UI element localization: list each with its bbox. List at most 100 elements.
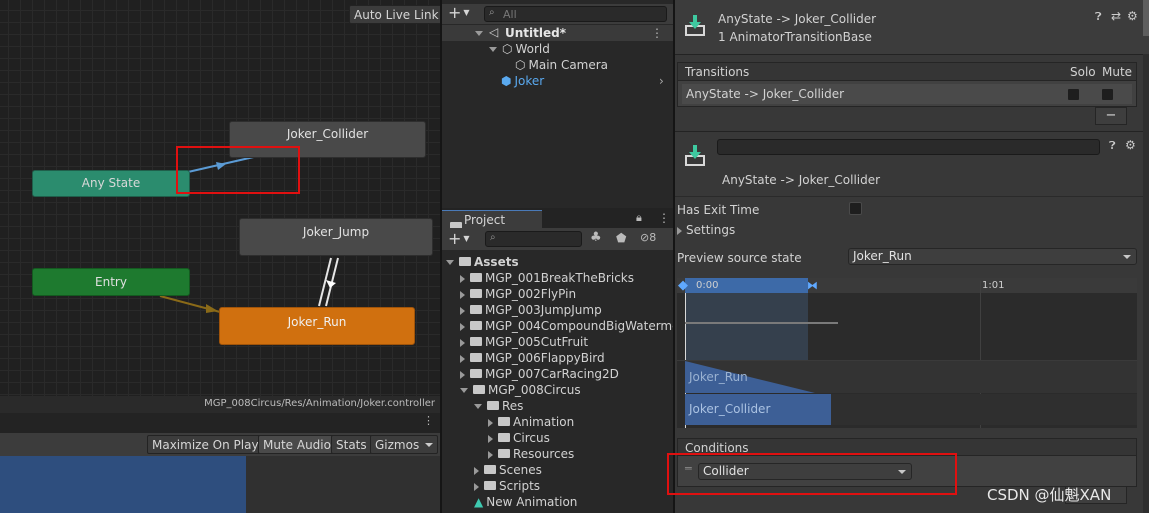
mute-audio-button[interactable]: Mute Audio (258, 435, 336, 454)
track-joker-collider[interactable]: Joker_Collider (685, 394, 831, 425)
hierarchy-item-main-camera[interactable]: ⬡ Main Camera (515, 57, 608, 73)
folder-icon (487, 401, 499, 410)
timeline-start-handle-icon[interactable]: ◆ (678, 278, 688, 293)
help-icon[interactable]: ❓︎ (1095, 10, 1102, 24)
folder-scenes[interactable]: Scenes (474, 462, 542, 478)
more-menu-icon[interactable]: ⋮ (658, 211, 670, 225)
expand-icon (474, 404, 482, 409)
timeline-end-handle-icon[interactable]: ⧓ (807, 278, 818, 293)
folder-item[interactable]: MGP_001BreakTheBricks (460, 270, 634, 286)
folder-icon (484, 481, 496, 490)
game-view[interactable] (0, 456, 440, 513)
item-label: Main Camera (528, 58, 609, 72)
gizmos-label: Gizmos (375, 438, 420, 452)
project-search-input[interactable]: ⌕ (485, 231, 582, 247)
tab-project[interactable]: Project (442, 210, 542, 231)
folder-label: Resources (513, 447, 575, 461)
folder-icon (459, 257, 471, 266)
transition-icon (685, 144, 705, 166)
gizmos-dropdown[interactable]: Gizmos (370, 435, 439, 454)
expand-icon (460, 274, 465, 283)
folder-label: Scripts (499, 479, 541, 493)
transition-timeline[interactable]: ◆ 0:00 ⧓ 1:01 Joker_Run Joker_Collider (677, 278, 1137, 428)
gear-icon[interactable]: ⚙ (1125, 138, 1136, 152)
expand-icon (460, 322, 465, 331)
folder-assets[interactable]: Assets (446, 254, 519, 270)
folder-icon (470, 369, 482, 378)
folder-item[interactable]: MGP_002FlyPin (460, 286, 576, 302)
more-menu-icon[interactable]: ⋮ (651, 25, 663, 41)
add-button[interactable]: + ▼ (448, 229, 470, 248)
hierarchy-item-joker[interactable]: ⬢ Joker (501, 73, 544, 89)
folder-item[interactable]: MGP_003JumpJump (460, 302, 602, 318)
mute-checkbox[interactable] (1101, 88, 1114, 101)
settings-foldout[interactable]: Settings (677, 223, 735, 237)
preview-source-value: Joker_Run (853, 249, 912, 263)
label-tag-icon[interactable]: ⬟ (616, 231, 626, 245)
scrollbar[interactable] (1143, 0, 1149, 36)
expand-icon (446, 260, 454, 265)
preset-icon[interactable]: ⇄ (1111, 9, 1121, 23)
header-title: AnyState -> Joker_Collider (718, 12, 877, 26)
transition-name-input[interactable] (717, 139, 1100, 155)
folder-label: Res (502, 399, 524, 413)
expand-icon (677, 226, 682, 235)
folder-label: MGP_004CompoundBigWaterme (485, 319, 673, 333)
hierarchy-item-world[interactable]: ⬡ World (489, 41, 550, 57)
expand-icon (474, 482, 479, 491)
chevron-down-icon (1123, 255, 1131, 259)
hierarchy-toolbar: + ▼ ⌕ All (442, 3, 673, 24)
folder-res[interactable]: Res (474, 398, 523, 414)
remove-transition-button[interactable]: − (1095, 107, 1127, 125)
maximize-on-play-button[interactable]: Maximize On Play (147, 435, 264, 454)
gear-icon[interactable]: ⚙ (1127, 9, 1138, 23)
stats-button[interactable]: Stats (331, 435, 372, 454)
more-menu-icon[interactable]: ⋮ (423, 415, 434, 426)
folder-label: MGP_008Circus (488, 383, 581, 397)
search-placeholder: All (503, 8, 517, 21)
expand-icon[interactable] (475, 31, 483, 36)
gameobject-icon: ⬡ (502, 42, 513, 56)
highlight-transition-box (176, 146, 300, 194)
folder-item[interactable]: Resources (488, 446, 574, 462)
hidden-packages-icon[interactable]: ⊘8 (640, 231, 656, 244)
folder-item[interactable]: MGP_005CutFruit (460, 334, 588, 350)
folder-scripts[interactable]: Scripts (474, 478, 540, 494)
preview-source-dropdown[interactable]: Joker_Run (848, 248, 1137, 265)
settings-label: Settings (686, 223, 736, 237)
controller-path: MGP_008Circus/Res/Animation/Joker.contro… (204, 398, 435, 409)
folder-item[interactable]: Animation (488, 414, 574, 430)
lock-icon[interactable]: 🔒︎ (636, 211, 642, 225)
search-icon: ⌕ (490, 232, 496, 243)
add-button[interactable]: + ▼ (448, 3, 470, 22)
track-joker-run[interactable]: Joker_Run (685, 361, 1137, 393)
help-icon[interactable]: ❓︎ (1109, 139, 1116, 153)
folder-item[interactable]: Circus (488, 430, 550, 446)
solo-checkbox[interactable] (1067, 88, 1080, 101)
transitions-label: Transitions (685, 65, 750, 79)
folder-item[interactable]: MGP_007CarRacing2D (460, 366, 619, 382)
transition-row[interactable]: AnyState -> Joker_Collider (682, 84, 1132, 104)
animator-graph[interactable]: Auto Live Link Joker_Collider Any State … (0, 0, 440, 413)
state-joker-run[interactable]: Joker_Run (219, 307, 415, 345)
chevron-right-icon[interactable]: › (659, 74, 664, 88)
expand-icon (460, 388, 468, 393)
folder-icon (484, 465, 496, 474)
inspector-header: AnyState -> Joker_Collider 1 AnimatorTra… (675, 0, 1149, 55)
scrollbar-track[interactable] (1143, 54, 1149, 513)
folder-item[interactable]: MGP_004CompoundBigWaterme (460, 318, 673, 334)
state-entry[interactable]: Entry (32, 268, 190, 296)
filter-type-icon[interactable]: ♣ (590, 230, 602, 245)
state-joker-jump[interactable]: Joker_Jump (239, 218, 433, 256)
watermark: CSDN @仙魁XAN (987, 486, 1112, 504)
folder-label: MGP_005CutFruit (485, 335, 589, 349)
folder-label: MGP_003JumpJump (485, 303, 602, 317)
hierarchy-search-input[interactable]: ⌕ All (484, 6, 667, 22)
state-any-state[interactable]: Any State (32, 170, 190, 197)
folder-item[interactable]: MGP_008Circus (460, 382, 581, 398)
scene-row[interactable]: ◁ Untitled* ⋮ (442, 25, 673, 41)
header-subtitle: 1 AnimatorTransitionBase (718, 30, 872, 44)
folder-item[interactable]: MGP_006FlappyBird (460, 350, 605, 366)
has-exit-time-checkbox[interactable] (849, 202, 862, 215)
asset-new-animation[interactable]: ▲ New Animation (474, 494, 577, 510)
